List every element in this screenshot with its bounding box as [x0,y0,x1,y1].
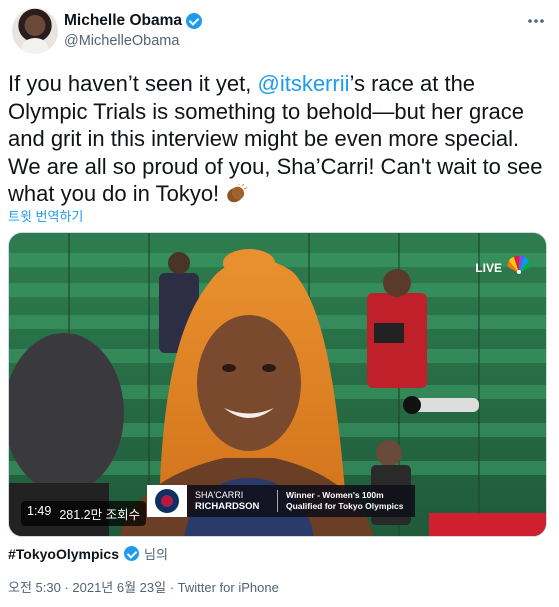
tweet-text-part: If you haven’t seen it yet, [8,71,258,96]
athlete-info-line1: Winner - Women's 100m [286,490,384,500]
avatar[interactable] [12,8,58,54]
video-player[interactable]: LIVE SHA'CARRI RICHARDSON Winner - Women… [8,232,547,537]
tweet-header: Michelle Obama @MichelleObama [12,8,547,58]
verified-badge-icon [186,13,203,29]
video-stats-pill: 1:49 281.2만 조회수 [21,501,147,526]
verified-badge-icon [124,546,140,561]
tweet-timestamp[interactable]: 오전 5:30 · 2021년 6월 23일 · Twitter for iPh… [8,577,279,596]
display-name[interactable]: Michelle Obama [64,12,182,30]
athlete-first-name: SHA'CARRI [195,490,244,500]
nbc-peacock-icon [506,253,532,279]
hashtag-account-link[interactable]: #TokyoOlympics [8,546,119,562]
clapping-hands-icon [225,183,248,203]
translate-tweet-link[interactable]: 트윗 번역하기 [8,206,83,225]
athlete-info-line2: Qualified for Tokyo Olympics [286,501,404,511]
tweet-text: If you haven’t seen it yet, @itskerrii’s… [8,70,548,208]
video-duration: 1:49 [27,504,52,518]
lower-third-caption: SHA'CARRI RICHARDSON Winner - Women's 10… [147,485,415,517]
video-views: 281.2만 조회수 [59,508,141,522]
athlete-info: Winner - Women's 100m Qualified for Toky… [278,490,403,512]
name-row: Michelle Obama [64,12,203,30]
live-badge: LIVE [475,261,502,275]
attribution-suffix: 님의 [144,547,168,562]
more-options-icon[interactable] [527,12,545,24]
attribution-row: #TokyoOlympics 님의 [8,544,168,563]
mention-link[interactable]: @itskerrii [257,71,349,96]
handle[interactable]: @MichelleObama [64,33,179,49]
athlete-name: SHA'CARRI RICHARDSON [187,490,277,512]
team-usa-logo-icon [147,485,187,517]
athlete-last-name: RICHARDSON [195,501,260,512]
